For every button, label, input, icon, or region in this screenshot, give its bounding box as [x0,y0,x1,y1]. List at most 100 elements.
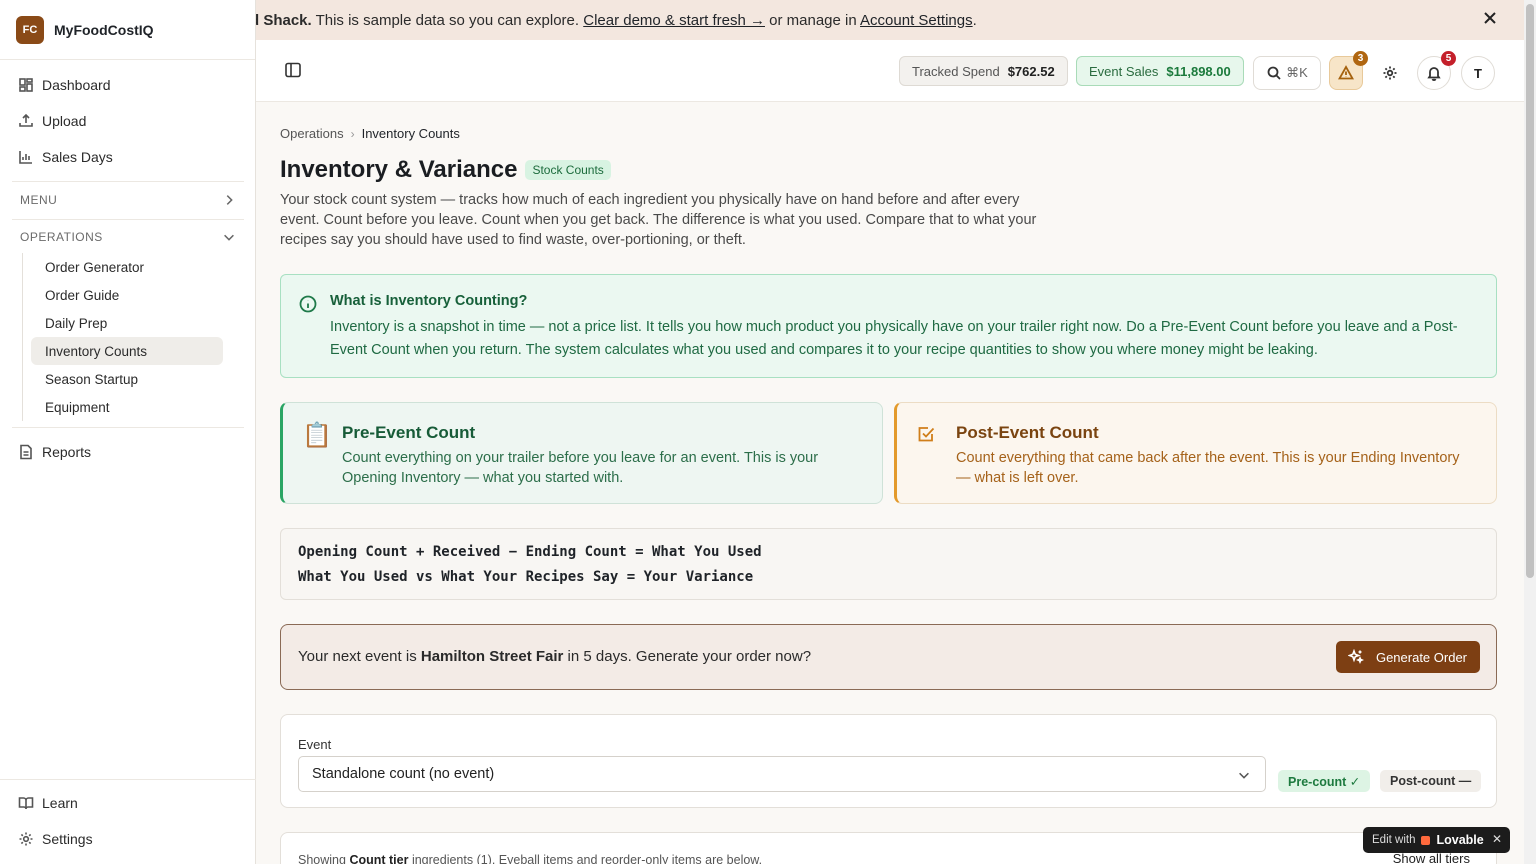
pre-event-title: Pre-Event Count [342,423,476,442]
notifications-button[interactable]: 5 [1417,51,1456,90]
notifications-count-badge: 5 [1441,51,1456,66]
sidebar-toggle-icon [285,62,301,78]
sidebar-item-season-startup[interactable]: Season Startup [31,365,223,393]
sidebar-item-order-generator[interactable]: Order Generator [31,253,223,281]
breadcrumb: Operations › Inventory Counts [280,126,460,141]
banner-text: d Shack. This is sample data so you can … [256,12,977,29]
sidebar-item-daily-prep[interactable]: Daily Prep [31,309,223,337]
alerts-count-badge: 3 [1353,51,1368,66]
sidebar-item-label: Dashboard [42,77,111,93]
lovable-close-button[interactable]: ✕ [1490,832,1504,846]
section-menu[interactable]: MENU [12,186,244,214]
account-settings-link[interactable]: Account Settings [860,12,973,29]
sidebar: FC MyFoodCostIQ Dashboard Upload Sales D… [0,0,256,864]
upload-icon [19,113,33,127]
avatar[interactable]: T [1461,56,1495,90]
gear-icon [1383,66,1397,80]
pre-count-status: Pre-count ✓ [1278,770,1371,792]
sidebar-toggle-button[interactable] [284,61,304,81]
chevron-down-icon [224,234,234,241]
lovable-logo-icon [1421,835,1431,845]
clear-demo-link[interactable]: Clear demo & start fresh → [583,12,765,29]
demo-banner: d Shack. This is sample data so you can … [256,0,1524,40]
settings-button[interactable] [1373,56,1407,90]
sidebar-item-dashboard[interactable]: Dashboard [12,69,244,101]
breadcrumb-separator-icon: › [350,126,355,141]
sidebar-item-label: Reports [42,444,92,460]
event-sales-label: Event Sales [1089,63,1159,79]
section-menu-label: MENU [20,193,58,207]
info-icon [299,295,317,313]
generate-order-label: Generate Order [1375,649,1467,665]
bell-icon [1427,67,1441,81]
sidebar-item-upload[interactable]: Upload [12,105,244,137]
search-button[interactable]: ⌘K [1253,56,1321,90]
tracked-spend-label: Tracked Spend [912,63,1000,79]
close-icon [1484,12,1496,24]
divider [12,427,244,428]
event-sales-chip[interactable]: Event Sales $11,898.00 [1076,56,1244,86]
title-row: Inventory & Variance Stock Counts [280,156,611,184]
banner-close-button[interactable] [1482,10,1502,30]
sparkles-icon [1347,649,1364,665]
brand-logo: FC [16,15,44,44]
bar-chart-icon [19,151,32,164]
next-event-prefix: Your next event is [298,648,421,665]
page-description: Your stock count system — tracks how muc… [280,192,1037,248]
next-event-text: Your next event is Hamilton Street Fair … [298,648,811,665]
event-label: Event [298,737,332,752]
info-body: Inventory is a snapshot in time — not a … [330,319,1458,358]
sidebar-item-equipment[interactable]: Equipment [31,393,223,421]
search-icon [1267,66,1281,80]
sidebar-item-label: Learn [42,795,78,811]
sidebar-item-label: Upload [42,113,87,129]
sidebar-item-learn[interactable]: Learn [12,787,244,819]
sidebar-item-inventory-counts[interactable]: Inventory Counts [31,337,223,365]
next-event-suffix: in 5 days. Generate your order now? [563,648,812,665]
sidebar-item-sales-days[interactable]: Sales Days [12,141,244,173]
chevron-down-icon [1239,772,1249,779]
page-title: Inventory & Variance [280,156,518,183]
info-callout: What is Inventory Counting? Inventory is… [280,274,1497,378]
scrollbar[interactable] [1524,0,1536,864]
brand[interactable]: FC MyFoodCostIQ [0,0,255,60]
divider [12,181,244,182]
brand-name: MyFoodCostIQ [54,21,154,38]
page-badge: Stock Counts [525,160,611,180]
scrollbar-thumb[interactable] [1526,4,1534,578]
checkbox-icon [916,423,936,451]
file-text-icon [20,444,32,460]
breadcrumb-parent[interactable]: Operations [280,126,344,141]
tier-prefix: Showing [298,853,350,864]
clipboard-icon: 📋 [302,422,332,449]
chevron-right-icon [226,195,233,205]
lovable-brand: Lovable [1436,833,1484,847]
event-select-value: Standalone count (no event) [312,766,495,782]
operations-list: Order Generator Order Guide Daily Prep I… [22,253,244,421]
sidebar-item-reports[interactable]: Reports [12,436,244,468]
breadcrumb-current: Inventory Counts [361,126,460,141]
lovable-badge[interactable]: Edit with Lovable ✕ [1363,827,1510,853]
event-sales-value: $11,898.00 [1166,63,1231,79]
alerts-button[interactable]: 3 [1329,51,1368,90]
sidebar-item-settings[interactable]: Settings [12,823,244,855]
sidebar-item-label: Sales Days [42,149,113,165]
tracked-spend-value: $762.52 [1007,63,1055,79]
divider [12,219,244,220]
sidebar-item-order-guide[interactable]: Order Guide [31,281,223,309]
tier-text: Showing Count tier ingredients (1). Eyeb… [298,853,762,864]
post-count-status: Post-count — [1380,770,1482,792]
tracked-spend-chip[interactable]: Tracked Spend $762.52 [899,56,1068,86]
gear-icon [19,832,33,846]
tier-bold: Count tier [349,853,409,864]
tier-suffix: ingredients (1). Eyeball items and reord… [408,853,763,864]
event-select[interactable]: Standalone count (no event) [298,756,1266,792]
lovable-prefix: Edit with [1372,834,1416,846]
dashboard-icon [19,78,33,92]
post-event-card: Post-Event Count Count everything that c… [894,402,1497,504]
section-operations[interactable]: OPERATIONS [12,223,244,251]
next-event-banner: Your next event is Hamilton Street Fair … [280,624,1497,690]
post-event-title: Post-Event Count [956,423,1099,442]
generate-order-button[interactable]: Generate Order [1335,641,1480,673]
pre-event-body: Count everything on your trailer before … [342,450,819,486]
